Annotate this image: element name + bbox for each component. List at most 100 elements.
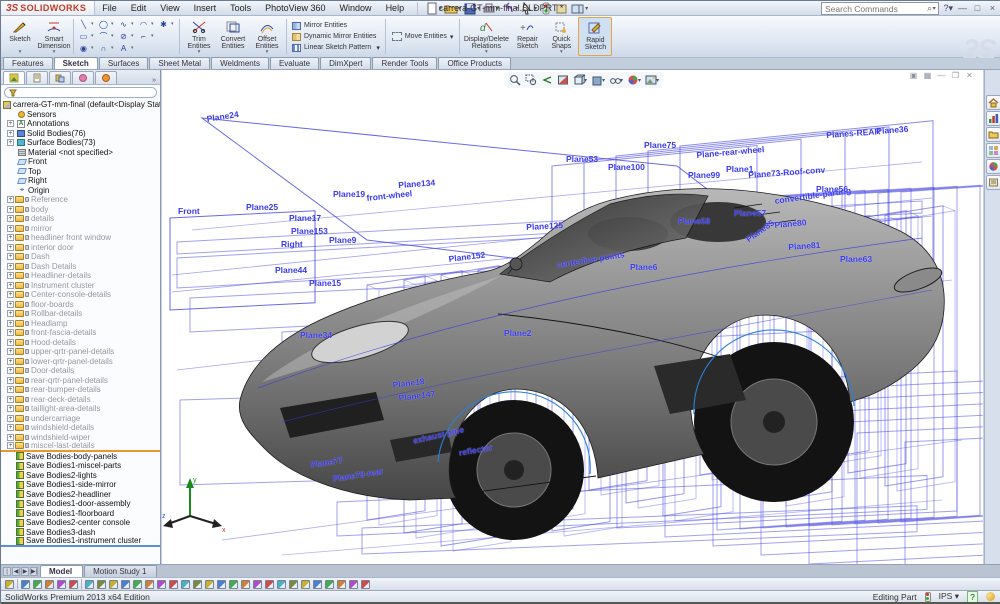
restore-button[interactable]: □: [971, 2, 984, 14]
tree-item-sensors[interactable]: Sensors: [1, 110, 160, 120]
tree-item-windshield-wiper[interactable]: + windshield-wiper: [1, 433, 160, 443]
expand-icon[interactable]: +: [7, 433, 14, 441]
fillet-tool-icon[interactable]: ⌐: [137, 31, 150, 42]
doc-restore-button[interactable]: ❐: [950, 71, 961, 80]
menu-view[interactable]: View: [153, 2, 186, 14]
display-style-icon[interactable]: ▾: [590, 73, 606, 87]
display-delete-relations-button[interactable]: d Display/Delete Relations ▾: [462, 17, 510, 56]
filter-tool-icon[interactable]: [145, 579, 154, 589]
expand-icon[interactable]: +: [7, 348, 14, 356]
expand-icon[interactable]: +: [7, 310, 14, 318]
design-library-icon[interactable]: [985, 111, 1000, 126]
expand-icon[interactable]: +: [7, 129, 14, 137]
tree-item-reference[interactable]: + Reference: [1, 195, 160, 205]
tree-item-save-bodies-body-panels[interactable]: Save Bodies-body-panels: [1, 452, 160, 462]
mirror-entities-button[interactable]: Mirror Entities: [289, 21, 383, 31]
filter-tool-icon[interactable]: [157, 579, 166, 589]
dropdown-caret-icon[interactable]: ▾: [585, 5, 588, 12]
tab-scroll-prev-icon[interactable]: ◀: [12, 567, 20, 576]
tree-item-save-bodies2-center-console[interactable]: Save Bodies2-center console: [1, 518, 160, 528]
linear-sketch-pattern-button[interactable]: Linear Sketch Pattern ▾: [289, 43, 383, 53]
tree-item-annotations[interactable]: + A Annotations: [1, 119, 160, 129]
filter-tool-icon[interactable]: [69, 579, 78, 589]
custom-properties-icon[interactable]: [985, 175, 1000, 190]
convert-entities-button[interactable]: Convert Entities: [216, 17, 250, 56]
section-view-icon[interactable]: [556, 73, 570, 87]
previous-view-icon[interactable]: [540, 73, 554, 87]
expand-icon[interactable]: +: [7, 319, 14, 327]
expand-icon[interactable]: +: [7, 405, 14, 413]
centerpoint-arc-tool-icon[interactable]: ⌒: [97, 31, 110, 42]
expand-icon[interactable]: +: [7, 196, 14, 204]
status-units[interactable]: IPS ▾: [939, 591, 959, 602]
tree-item-upper-qrtr-panel-details[interactable]: + upper-qrtr-panel-details: [1, 347, 160, 357]
tree-item-headliner-details[interactable]: + Headliner-details: [1, 271, 160, 281]
text-tool-icon[interactable]: A: [117, 43, 130, 54]
tab-dimxpertmanager[interactable]: [72, 71, 94, 84]
tree-item-hood-details[interactable]: + Hood-details: [1, 338, 160, 348]
menu-file[interactable]: File: [95, 2, 124, 14]
tab-propertymanager[interactable]: [26, 71, 48, 84]
search-icon[interactable]: ⌕▾: [927, 3, 938, 14]
expand-icon[interactable]: +: [7, 120, 14, 128]
expand-icon[interactable]: +: [7, 329, 14, 337]
graphics-viewport[interactable]: y x z Plane24 Front Plane25 Plane17 Plane153…: [162, 70, 983, 564]
offset-entities-button[interactable]: Offset Entities ▾: [250, 17, 284, 56]
filter-tool-icon[interactable]: [57, 579, 66, 589]
menu-help[interactable]: Help: [379, 2, 412, 14]
expand-icon[interactable]: +: [7, 300, 14, 308]
expand-icon[interactable]: +: [7, 234, 14, 242]
tree-item-mirror[interactable]: + mirror: [1, 224, 160, 234]
tab-render-tools[interactable]: Render Tools: [372, 57, 438, 69]
filter-tool-icon[interactable]: [109, 579, 118, 589]
expand-icon[interactable]: +: [7, 395, 14, 403]
tab-configurationmanager[interactable]: [49, 71, 71, 84]
doc-cascade-icon[interactable]: ▣: [908, 71, 919, 80]
tree-item-dash-details[interactable]: + Dash Details: [1, 262, 160, 272]
expand-icon[interactable]: +: [7, 139, 14, 147]
tree-item-undercarriage[interactable]: + undercarriage: [1, 414, 160, 424]
filter-tool-icon[interactable]: [169, 579, 178, 589]
tree-item-solid-bodies-76-[interactable]: + Solid Bodies(76): [1, 129, 160, 139]
expand-icon[interactable]: +: [7, 357, 14, 365]
tree-item-save-bodies1-floorboard[interactable]: Save Bodies1-floorboard: [1, 509, 160, 519]
expand-icon[interactable]: +: [7, 215, 14, 223]
zoom-to-area-icon[interactable]: [524, 73, 538, 87]
tab-surfaces[interactable]: Surfaces: [98, 57, 149, 69]
filter-tool-icon[interactable]: [265, 579, 274, 589]
move-entities-button[interactable]: Move Entities ▾: [388, 17, 458, 56]
tree-item-floor-boards[interactable]: + floor-boards: [1, 300, 160, 310]
tree-item-right[interactable]: Right: [1, 176, 160, 186]
rapid-sketch-button[interactable]: Rapid Sketch: [578, 17, 613, 56]
expand-icon[interactable]: +: [7, 281, 14, 289]
filter-tool-icon[interactable]: [325, 579, 334, 589]
filter-tool-icon[interactable]: [205, 579, 214, 589]
tab-scroll-next-icon[interactable]: ▶: [21, 567, 29, 576]
tree-item-dash[interactable]: + Dash: [1, 252, 160, 262]
tree-item-headlamp[interactable]: + Headlamp: [1, 319, 160, 329]
filter-tool-icon[interactable]: [45, 579, 54, 589]
expand-icon[interactable]: +: [7, 253, 14, 261]
expand-icon[interactable]: +: [7, 367, 14, 375]
slot-tool-icon[interactable]: ◉: [77, 43, 90, 54]
filter-tool-icon[interactable]: [217, 579, 226, 589]
close-button[interactable]: ×: [986, 2, 999, 14]
tree-item-front[interactable]: Front: [1, 157, 160, 167]
filter-tool-icon[interactable]: [241, 579, 250, 589]
repair-sketch-button[interactable]: + Repair Sketch: [510, 17, 544, 56]
doc-tab-motion-study-1[interactable]: Motion Study 1: [84, 565, 158, 577]
filter-tool-icon[interactable]: [361, 579, 370, 589]
filter-tool-icon[interactable]: [181, 579, 190, 589]
filter-tool-icon[interactable]: [121, 579, 130, 589]
status-tag-icon[interactable]: [986, 592, 995, 601]
tree-item-door-details[interactable]: + Door-details: [1, 366, 160, 376]
tree-item-front-fascia-details[interactable]: + front-fascia-details: [1, 328, 160, 338]
filter-tool-icon[interactable]: [301, 579, 310, 589]
tab-scroll-buttons[interactable]: |◀ ◀ ▶ ▶|: [1, 567, 40, 584]
expand-icon[interactable]: +: [7, 376, 14, 384]
expand-icon[interactable]: +: [7, 338, 14, 346]
panel-tabs-overflow[interactable]: »: [148, 77, 160, 84]
tree-item-rear-bumper-details[interactable]: + rear-bumper-details: [1, 385, 160, 395]
appearances-scenes-icon[interactable]: [985, 159, 1000, 174]
tree-item-save-bodies1-side-mirror[interactable]: Save Bodies1-side-mirror: [1, 480, 160, 490]
